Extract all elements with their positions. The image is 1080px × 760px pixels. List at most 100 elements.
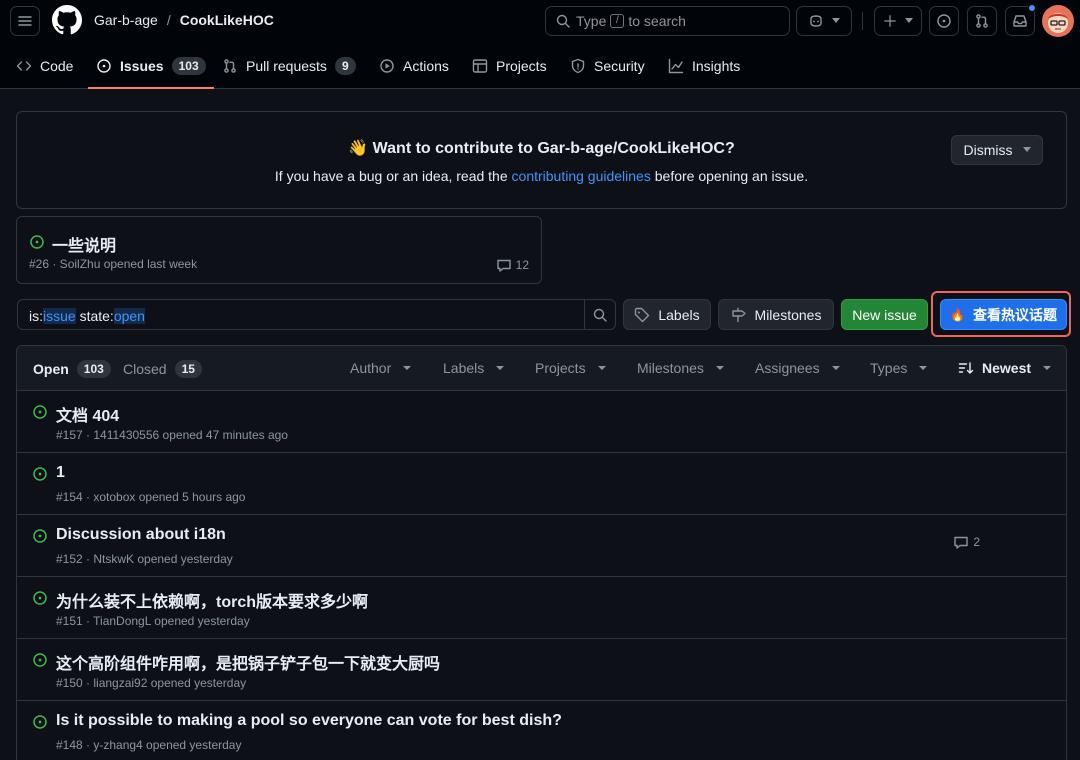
search-icon [593,308,607,322]
issue-filter-input[interactable]: is:issue state:open [17,299,616,330]
closed-issues-filter[interactable]: Closed 15 [123,360,202,378]
filter-query-value-open: open [113,308,145,324]
assignees-filter-menu[interactable]: Assignees [755,360,840,376]
menu-button[interactable] [10,6,40,36]
issue-row[interactable]: Discussion about i18n #152 · NtskwK open… [17,515,1066,577]
issue-meta: #150 · liangzai92 opened yesterday [56,676,247,690]
comment-count: 2 [973,535,980,549]
shield-icon [571,58,585,73]
open-count-badge: 103 [76,360,111,378]
tab-security[interactable]: Security [570,42,645,89]
menu-label: Assignees [755,360,820,376]
labels-label: Labels [658,306,700,323]
milestones-label: Milestones [754,306,822,323]
breadcrumb-separator: / [166,12,171,28]
pull-requests-shortcut-button[interactable] [967,6,997,36]
issues-shortcut-button[interactable] [929,6,959,36]
labels-filter-menu[interactable]: Labels [443,360,505,376]
tab-label: Insights [692,57,741,74]
pinned-issue-title[interactable]: 一些说明 [52,232,116,256]
chevron-down-icon [496,366,505,370]
contribute-banner: 👋 Want to contribute to Gar-b-age/CookLi… [16,111,1067,209]
search-icon [556,14,570,28]
issue-opened-icon [33,467,47,481]
menu-label: Types [870,360,908,376]
tab-code[interactable]: Code [16,42,73,89]
github-logo[interactable] [52,5,82,35]
filter-query-key-state: state: [75,308,114,324]
issue-title[interactable]: Is it possible to making a pool so every… [56,712,562,730]
sort-label: Newest [982,360,1032,376]
chevron-down-icon [1043,366,1052,370]
comment-count: 12 [515,258,529,272]
issue-title[interactable]: 为什么装不上依赖啊，torch版本要求多少啊 [56,588,368,612]
tag-icon [635,307,650,322]
issue-row[interactable]: Is it possible to making a pool so every… [17,701,1066,760]
issue-row[interactable]: 这个高阶组件咋用啊，是把锅子铲子包一下就变大厨吗 #150 · liangzai… [17,639,1066,701]
open-issues-filter[interactable]: Open 103 [33,360,111,378]
issue-title[interactable]: 1 [56,464,65,482]
repo-name-link[interactable]: CookLikeHOC [180,12,274,28]
issues-list: Open 103 Closed 15 Author Labels Project… [16,345,1067,760]
tab-label: Security [594,57,645,74]
global-search-input[interactable]: Type / to search [545,6,790,36]
hamburger-icon [18,16,32,26]
milestones-button[interactable]: Milestones [718,299,834,330]
copilot-button[interactable] [796,6,852,36]
tab-projects[interactable]: Projects [472,42,547,89]
tab-pull-requests[interactable]: Pull requests 9 [222,42,356,89]
inbox-icon [1013,15,1027,27]
repo-breadcrumb: Gar-b-age / CookLikeHOC [94,12,274,28]
tab-issues[interactable]: Issues 103 [88,42,214,89]
new-issue-button[interactable]: New issue [841,299,928,330]
avatar[interactable] [1042,5,1074,37]
hot-topics-button[interactable]: 🔥 查看热议话题 [940,299,1067,330]
menu-label: Projects [535,360,586,376]
comment-icon [954,536,969,549]
tab-label: Projects [496,57,547,74]
plus-icon [884,15,896,27]
pinned-issue-comments[interactable]: 12 [496,257,529,273]
types-filter-menu[interactable]: Types [870,360,928,376]
filter-search-button[interactable] [584,300,615,329]
closed-count-badge: 15 [174,360,202,378]
issue-row[interactable]: 1 #154 · xotobox opened 5 hours ago [17,453,1066,515]
issue-opened-icon [937,14,951,28]
issues-list-header: Open 103 Closed 15 Author Labels Project… [17,346,1066,391]
issue-title[interactable]: 这个高阶组件咋用啊，是把锅子铲子包一下就变大厨吗 [56,650,440,674]
issue-comments[interactable]: 2 [953,534,980,550]
comment-icon [496,259,511,272]
pinned-issue-card[interactable]: 一些说明 #26 · SoilZhu opened last week 12 [16,216,542,284]
table-icon [472,58,488,73]
issues-count-badge: 103 [171,56,206,75]
chevron-down-icon [1022,147,1031,152]
create-new-button[interactable] [874,6,922,36]
avatar-face-icon [1048,13,1068,33]
github-mark-icon [52,5,82,35]
chevron-down-icon [715,366,724,370]
issue-title[interactable]: 文档 404 [56,402,119,426]
issue-row[interactable]: 文档 404 #157 · 1411430556 opened 47 minut… [17,391,1066,453]
dismiss-label: Dismiss [963,142,1013,158]
issue-title[interactable]: Discussion about i18n [56,526,226,544]
search-shortcut-key: / [610,14,625,28]
sort-menu[interactable]: Newest [958,360,1052,376]
issue-row[interactable]: 为什么装不上依赖啊，torch版本要求多少啊 #151 · TianDongL … [17,577,1066,639]
projects-filter-menu[interactable]: Projects [535,360,606,376]
tab-label: Issues [120,57,164,74]
menu-label: Labels [443,360,485,376]
tab-actions[interactable]: Actions [379,42,449,89]
labels-button[interactable]: Labels [623,299,711,330]
issue-opened-icon [33,591,47,605]
copilot-icon [810,15,822,27]
author-filter-menu[interactable]: Author [350,360,412,376]
tab-insights[interactable]: Insights [668,42,740,89]
milestones-filter-menu[interactable]: Milestones [637,360,724,376]
repo-navigation: Code Issues 103 Pull requests 9 Actions … [0,42,1080,89]
issue-opened-icon [33,715,47,729]
repo-owner-link[interactable]: Gar-b-age [94,12,158,28]
issue-meta: #148 · y-zhang4 opened yesterday [56,738,242,752]
dismiss-button[interactable]: Dismiss [951,135,1043,165]
contributing-guidelines-link[interactable]: contributing guidelines [512,168,651,184]
chevron-down-icon [832,18,840,23]
